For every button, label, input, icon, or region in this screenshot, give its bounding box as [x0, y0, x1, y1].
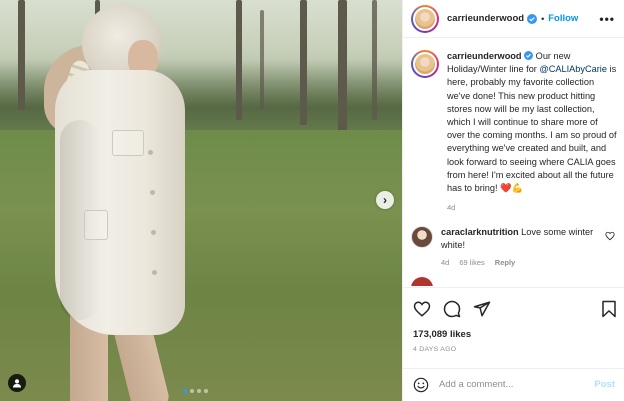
avatar[interactable] [411, 4, 439, 33]
caption-username[interactable]: carrieunderwood [447, 51, 522, 61]
post-details-panel: carrieunderwood • Follow ••• carrieunder… [402, 0, 624, 401]
post-caption: carrieunderwood Our new Holiday/Winter l… [411, 50, 617, 212]
more-options-icon[interactable]: ••• [599, 12, 615, 26]
post-comment-button[interactable]: Post [594, 379, 615, 390]
post-actions: 173,089 likes 4 DAYS AGO Post [403, 287, 624, 399]
avatar[interactable] [411, 277, 433, 286]
avatar-image [415, 8, 435, 29]
post-age[interactable]: 4 DAYS AGO [413, 346, 456, 353]
carousel-dot [197, 389, 201, 393]
action-icons [413, 300, 491, 318]
caption-body-end: is here, probably my favorite collection… [447, 64, 617, 194]
carousel-dot [183, 389, 187, 393]
coat-button [148, 150, 153, 155]
avatar[interactable] [411, 50, 439, 78]
post-header: carrieunderwood • Follow ••• [403, 0, 624, 38]
comment-bubble-icon[interactable] [443, 300, 461, 318]
add-comment-bar: Post [403, 368, 624, 400]
comment-meta: 4d 69 likes Reply [441, 258, 601, 267]
post-username[interactable]: carrieunderwood [447, 13, 524, 24]
tree-trunk [372, 0, 377, 120]
header-separator: • [541, 13, 545, 24]
likes-count[interactable]: 173,089 likes [413, 329, 471, 340]
like-heart-icon[interactable] [413, 300, 431, 318]
comment-item: caraclarknutrition Love some winter whit… [411, 226, 617, 267]
tagged-users-button[interactable] [8, 374, 26, 392]
comment-item-partial [411, 277, 617, 286]
verified-badge-icon [527, 13, 538, 24]
coat-pocket [84, 210, 108, 240]
like-comment-heart-icon[interactable] [605, 228, 615, 246]
reply-button[interactable]: Reply [495, 258, 515, 267]
mention-link[interactable]: @CALIAbyCarie [539, 64, 607, 74]
comment-timestamp[interactable]: 4d [441, 258, 449, 267]
coat-button [152, 270, 157, 275]
user-icon [13, 379, 21, 388]
tree-trunk [338, 0, 347, 135]
save-bookmark-icon[interactable] [601, 300, 617, 318]
comment-text: caraclarknutrition Love some winter whit… [441, 226, 601, 252]
comments-list[interactable]: carrieunderwood Our new Holiday/Winter l… [403, 40, 624, 286]
share-paper-plane-icon[interactable] [473, 300, 491, 318]
tree-trunk [260, 10, 264, 110]
tree-trunk [18, 0, 25, 110]
coat-pocket [112, 130, 144, 156]
comment-likes[interactable]: 69 likes [459, 258, 484, 267]
follow-button[interactable]: Follow [548, 13, 578, 24]
next-slide-button[interactable]: › [376, 191, 394, 209]
avatar-image [415, 54, 435, 74]
caption-text: carrieunderwood Our new Holiday/Winter l… [447, 50, 617, 195]
comment-username[interactable]: caraclarknutrition [441, 227, 519, 237]
chevron-right-icon: › [383, 193, 387, 207]
tree-trunk [300, 0, 307, 125]
caption-emojis: ❤️💪 [500, 183, 524, 194]
post-photo[interactable]: › [0, 0, 402, 401]
carousel-dot [204, 389, 208, 393]
emoji-icon[interactable] [413, 377, 429, 393]
add-comment-input[interactable] [439, 379, 579, 390]
coat-button [151, 230, 156, 235]
avatar[interactable] [411, 226, 433, 249]
carousel-indicator [183, 389, 208, 393]
verified-badge-icon [524, 51, 534, 61]
tree-trunk [236, 0, 242, 120]
coat-button [150, 190, 155, 195]
caption-timestamp[interactable]: 4d [447, 203, 617, 212]
carousel-dot [190, 389, 194, 393]
